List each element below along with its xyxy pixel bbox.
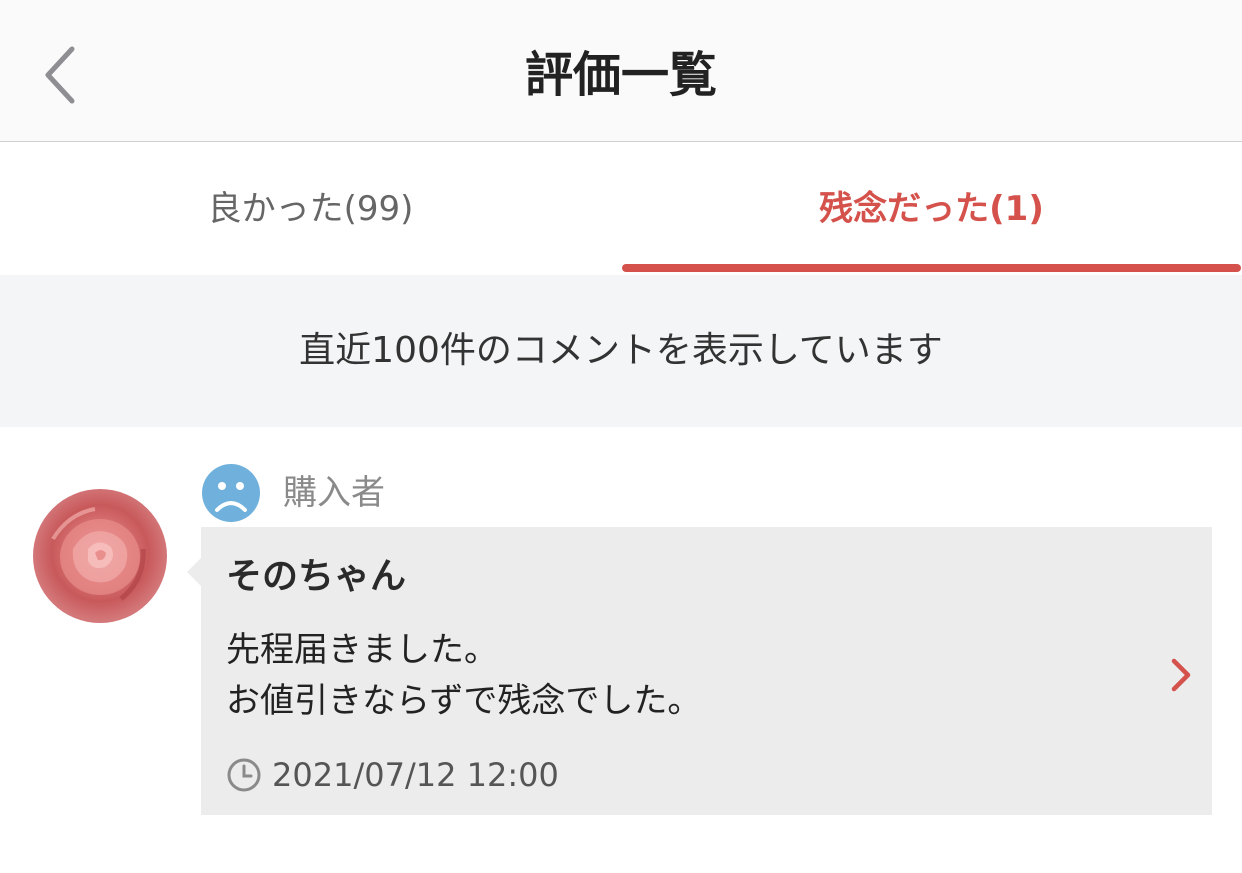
reviewer-role: 購入者 (283, 473, 385, 513)
clock-icon (227, 758, 261, 792)
sad-face-icon (202, 464, 260, 522)
comment-text-line: お値引きならずで残念でした。 (226, 681, 702, 721)
tab-bar: 良かった(99) 残念だった(1) (0, 143, 1242, 275)
commenter-name: そのちゃん (226, 556, 407, 597)
avatar[interactable] (33, 489, 167, 623)
comment-text-line: 先程届きました。 (226, 630, 498, 670)
page-title: 評価一覧 (524, 47, 717, 103)
datetime-text: 2021/07/12 12:00 (272, 756, 559, 794)
card-pointer (187, 558, 201, 586)
chevron-right-icon[interactable] (1166, 655, 1196, 695)
comment-count-notice: 直近100件のコメントを表示しています (0, 275, 1242, 427)
rose-image (51, 507, 146, 601)
active-tab-indicator (622, 264, 1241, 272)
tab-good[interactable]: 良かった(99) (0, 143, 621, 275)
tab-disappointing[interactable]: 残念だった(1) (621, 143, 1242, 275)
comment-timestamp: 2021/07/12 12:00 (226, 755, 559, 795)
comment-card[interactable]: そのちゃん 先程届きました。 お値引きならずで残念でした。 2021/07/12… (201, 527, 1212, 815)
header-bar: 評価一覧 (0, 0, 1242, 142)
